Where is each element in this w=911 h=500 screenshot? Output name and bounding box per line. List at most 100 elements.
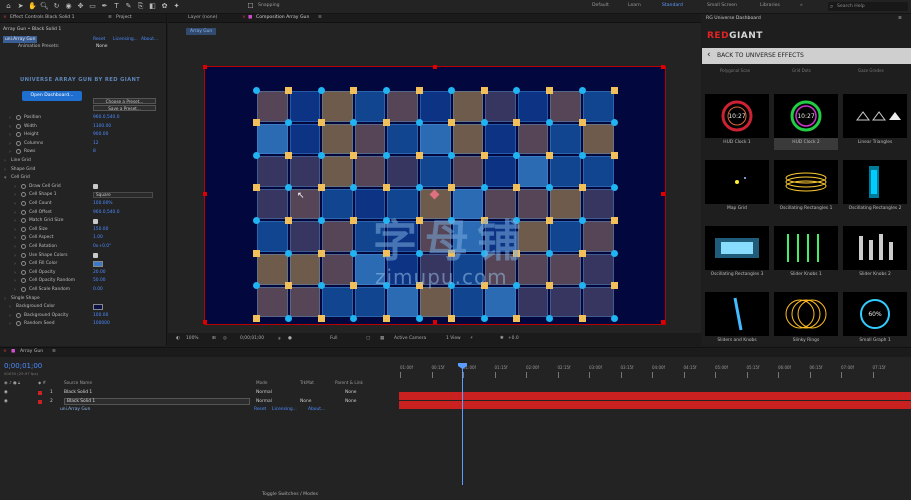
stopwatch-icon[interactable] — [16, 149, 21, 155]
panel-menu-icon[interactable]: ≡ — [108, 15, 112, 20]
close-icon[interactable]: × — [242, 15, 246, 20]
stopwatch-icon[interactable] — [16, 123, 21, 129]
transform-handle[interactable] — [661, 320, 665, 324]
choose-preset-button[interactable]: Choose a Preset... — [93, 98, 156, 104]
property-row[interactable]: › Cell Scale Random 0.00 — [0, 286, 166, 294]
disclosure-triangle-icon[interactable]: › — [14, 269, 16, 277]
viewer-stage[interactable]: ↖ — [171, 36, 698, 344]
effect-thumbnail[interactable] — [843, 226, 907, 270]
licensing-link[interactable]: Licensing... — [113, 36, 138, 43]
layer-2-duration-bar[interactable] — [399, 401, 911, 409]
eraser-tool-icon[interactable]: ◧ — [148, 2, 157, 11]
about-link[interactable]: About... — [141, 36, 158, 43]
back-to-effects-button[interactable]: ‹ BACK TO UNIVERSE EFFECTS — [702, 48, 911, 64]
effect-card[interactable]: 10:27 HUD Clock 1 — [705, 94, 769, 150]
stopwatch-icon[interactable] — [21, 235, 26, 241]
property-row[interactable]: › Match Grid Size — [0, 217, 166, 225]
property-checkbox[interactable] — [93, 184, 98, 190]
property-row[interactable]: ▾ Cell Grid — [0, 174, 166, 182]
grid-icon[interactable]: ⊞ — [212, 336, 216, 341]
stopwatch-icon[interactable] — [16, 115, 21, 120]
timeline-timecode[interactable]: 0;00;01;00 — [4, 362, 42, 370]
panel-menu-icon[interactable]: ≡ — [898, 16, 902, 21]
disclosure-triangle-icon[interactable]: › — [9, 303, 11, 311]
effect-card[interactable]: Oscillating Rectangles 3 — [705, 226, 769, 282]
property-value[interactable]: 8 — [93, 148, 96, 156]
effect-card[interactable]: Slider Knobs 1 — [774, 226, 838, 282]
effect-thumbnail[interactable]: 10:27 — [774, 94, 838, 138]
column-mode[interactable]: Mode — [256, 380, 267, 385]
layer-parent-dropdown[interactable]: None — [345, 389, 356, 397]
disclosure-triangle-icon[interactable]: › — [14, 209, 16, 217]
roto-tool-icon[interactable]: ✿ — [160, 2, 169, 11]
stopwatch-icon[interactable] — [16, 321, 21, 327]
disclosure-triangle-icon[interactable]: › — [9, 114, 11, 122]
stopwatch-icon[interactable] — [16, 132, 21, 138]
animation-presets-dropdown[interactable]: None — [96, 44, 107, 49]
color-swatch[interactable] — [93, 304, 103, 311]
view-layout-dropdown[interactable]: 1 View — [446, 336, 461, 341]
effect-thumbnail[interactable] — [774, 226, 838, 270]
transparency-grid-icon[interactable]: ▦ — [380, 336, 384, 341]
panel-menu-icon[interactable]: ≡ — [318, 15, 322, 20]
effect-card[interactable]: Linear Triangles — [843, 94, 907, 150]
tab-composition[interactable]: Composition Array Gun — [256, 15, 309, 20]
stopwatch-icon[interactable] — [21, 226, 26, 232]
toggle-switches-modes[interactable]: Toggle Switches / Modes — [262, 492, 318, 497]
playhead[interactable] — [462, 365, 463, 485]
comp-navigator-tag[interactable]: Array Gun — [186, 28, 217, 35]
property-row[interactable]: › Columns 12 — [0, 140, 166, 148]
property-row[interactable]: › Cell Opacity Random 50.00 — [0, 277, 166, 285]
effect-row[interactable]: uni.Array Gun Reset Licensing... About... — [0, 406, 396, 414]
effect-thumbnail[interactable]: 10:27 — [705, 94, 769, 138]
disclosure-triangle-icon[interactable]: › — [9, 148, 11, 156]
property-value[interactable]: 20.00 — [93, 269, 106, 277]
workspace-more-icon[interactable]: » — [800, 3, 803, 8]
region-icon[interactable]: ▢ — [366, 336, 370, 341]
home-icon[interactable]: ⌂ — [4, 2, 13, 11]
stopwatch-icon[interactable] — [21, 183, 26, 189]
transform-handle[interactable] — [433, 65, 437, 69]
effect-thumbnail[interactable] — [705, 160, 769, 204]
effect-thumbnail[interactable]: 60% — [843, 292, 907, 336]
column-parent[interactable]: Parent & Link — [335, 380, 363, 385]
hand-tool-icon[interactable]: ✋ — [28, 2, 37, 11]
property-row[interactable]: › Cell Shape 1 Square — [0, 191, 166, 199]
pan-behind-tool-icon[interactable]: ✥ — [76, 2, 85, 11]
disclosure-triangle-icon[interactable]: › — [9, 140, 11, 148]
disclosure-triangle-icon[interactable]: › — [14, 183, 16, 191]
disclosure-triangle-icon[interactable]: › — [14, 286, 16, 294]
type-tool-icon[interactable]: T — [112, 2, 121, 11]
zoom-dropdown[interactable]: 100% — [186, 336, 199, 341]
property-value[interactable]: 100.00 — [93, 312, 108, 320]
pen-tool-icon[interactable]: ✒ — [100, 2, 109, 11]
effect-thumbnail[interactable] — [705, 226, 769, 270]
disclosure-triangle-icon[interactable]: › — [9, 123, 11, 131]
effect-card[interactable]: Slider Knobs 2 — [843, 226, 907, 282]
resolution-dropdown[interactable]: Full — [330, 336, 338, 341]
table-row[interactable]: ◉ 2 Black Solid 1 Normal None None — [0, 397, 396, 406]
exposure-icon[interactable]: ✱ — [500, 336, 504, 341]
transform-handle[interactable] — [433, 320, 437, 324]
close-icon[interactable]: × — [3, 15, 7, 20]
workspace-default[interactable]: Default — [592, 3, 609, 8]
selection-tool-icon[interactable]: ➤ — [16, 2, 25, 11]
property-row[interactable]: › Position 960.0,540.0 — [0, 114, 166, 122]
disclosure-triangle-icon[interactable]: › — [14, 217, 16, 225]
visibility-eye-icon[interactable]: ◉ — [4, 389, 8, 397]
tab-layer[interactable]: Layer (none) — [188, 15, 217, 20]
rotate-tool-icon[interactable]: ↻ — [52, 2, 61, 11]
panel-menu-icon[interactable]: ≡ — [52, 349, 56, 354]
table-row[interactable]: ◉ 1 Black Solid 1 Normal None — [0, 389, 396, 397]
disclosure-triangle-icon[interactable]: › — [4, 157, 6, 165]
effect-card[interactable]: Oscillating Rectangles 2 — [843, 160, 907, 216]
disclosure-triangle-icon[interactable]: › — [14, 252, 16, 260]
zoom-tool-icon[interactable]: 🔍︎ — [40, 2, 49, 11]
property-value[interactable]: 100.00% — [93, 200, 113, 208]
workspace-learn[interactable]: Learn — [628, 3, 641, 8]
stopwatch-icon[interactable] — [21, 192, 26, 198]
layer-trkmat-dropdown[interactable]: None — [300, 398, 311, 406]
property-row[interactable]: › Cell Count 100.00% — [0, 200, 166, 208]
property-value[interactable]: 100000 — [93, 320, 110, 328]
label-color-chip[interactable] — [38, 399, 42, 404]
